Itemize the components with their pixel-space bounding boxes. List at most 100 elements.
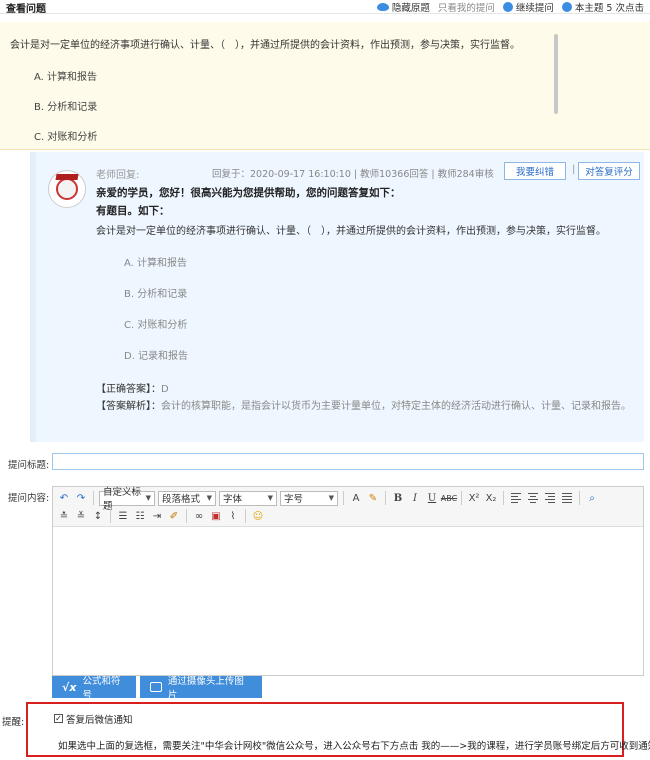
bar	[548, 502, 555, 503]
custom-title-select[interactable]: 自定义标题 ▼	[99, 487, 155, 512]
strikethrough-icon[interactable]: ABC	[441, 491, 457, 505]
highlight-color-icon[interactable]: ✎	[366, 491, 380, 505]
bar	[548, 496, 555, 497]
eye-icon	[376, 3, 389, 11]
toolbar-divider	[93, 491, 94, 505]
font-size-value: 字号	[284, 494, 304, 505]
theme-clicks-label: 本主题 5 次点击	[574, 3, 644, 14]
wechat-notify-info: 如果选中上面的复选框，需要关注"中华会计网校"微信公众号，进入公众号右下方点击 …	[58, 741, 650, 752]
question-text: 会计是对一定单位的经济事项进行确认、计量、（ ），并通过所提供的会计资料，作出预…	[10, 40, 520, 51]
toolbar-divider	[461, 491, 462, 505]
question-scrollbar[interactable]	[554, 34, 558, 114]
paragraph-select[interactable]: 段落格式 ▼	[158, 490, 216, 506]
content-label: 提问内容:	[8, 493, 50, 504]
question-option-b: B. 分析和记录	[34, 102, 98, 113]
toolbar-divider	[186, 509, 187, 523]
toolbar-divider	[110, 509, 111, 523]
align-right-icon[interactable]	[543, 491, 557, 505]
attachment-icon[interactable]: ⌇	[226, 509, 240, 523]
bar	[511, 493, 521, 494]
reply-question-text: 会计是对一定单位的经济事项进行确认、计量、（ ），并通过所提供的会计资料，作出预…	[96, 226, 606, 237]
toolbar-divider	[503, 491, 504, 505]
wechat-notify-label[interactable]: 答复后微信通知	[66, 712, 133, 726]
font-size-select[interactable]: 字号 ▼	[280, 490, 338, 506]
explanation-value: 会计的核算职能，是指会计以货币为主要计量单位，对特定主体的经济活动进行确认、计量…	[161, 401, 631, 412]
continue-asking-link[interactable]: 继续提问	[502, 0, 554, 14]
reply-option-c: C. 对账和分析	[124, 320, 188, 331]
wechat-notify-checkbox[interactable]: ✓	[54, 714, 63, 723]
toolbar-row-2: ≛ ≚ ↕ ☰ ☷ ⇥ ✐ ∞ ▣ ⌇ ☺	[57, 508, 265, 524]
dropdown-arrow-icon: ▼	[267, 494, 273, 502]
underline-icon[interactable]: U	[425, 491, 439, 505]
reply-greeting: 亲爱的学员，您好！很高兴能为您提供帮助，您的问题答复如下：	[96, 187, 401, 199]
wechat-notify-box: 提醒: ✓ 答复后微信通知 如果选中上面的复选框，需要关注"中华会计网校"微信公…	[2, 702, 650, 757]
bar	[545, 499, 555, 500]
remind-label: 提醒:	[2, 717, 25, 728]
toolbar-divider	[385, 491, 386, 505]
theme-clicks: 本主题 5 次点击	[561, 0, 644, 14]
bar	[562, 493, 572, 494]
reply-option-b: B. 分析和记录	[124, 289, 188, 300]
bar	[562, 502, 572, 503]
hide-original-label: 隐藏原题	[391, 3, 430, 14]
formula-button[interactable]: √x 公式和符号	[52, 676, 136, 701]
find-icon[interactable]: ⌕	[585, 491, 599, 505]
teacher-reply: 老师回复: 回复于：2020-09-17 16:10:10 | 教师10366回…	[30, 152, 644, 442]
rate-answer-button[interactable]: 对答复评分	[578, 162, 640, 180]
bar	[562, 496, 572, 497]
reply-subheading: 有题目。如下：	[96, 205, 170, 217]
font-value: 字体	[223, 494, 243, 505]
report-error-button[interactable]: 我要纠错	[504, 162, 566, 180]
bar	[530, 502, 536, 503]
toolbar-divider	[245, 509, 246, 523]
correct-answer-value: D	[161, 384, 169, 395]
link-icon[interactable]: ∞	[192, 509, 206, 523]
camera-button-label: 通过摄像头上传图片	[167, 676, 244, 701]
format-painter-icon[interactable]: ✐	[167, 509, 181, 523]
user-icon	[561, 2, 572, 12]
emoji-icon[interactable]: ☺	[251, 509, 265, 523]
bars	[545, 493, 555, 503]
row-spacing-bottom-icon[interactable]: ≚	[74, 509, 88, 523]
justify-icon[interactable]	[560, 491, 574, 505]
subscript-icon[interactable]: X₂	[484, 491, 498, 505]
only-my-questions-link[interactable]: 只看我的提问	[438, 0, 495, 14]
title-input[interactable]	[52, 453, 644, 470]
undo-icon[interactable]: ↶	[57, 491, 71, 505]
graduation-cap-icon	[56, 178, 78, 200]
dropdown-arrow-icon: ▼	[145, 494, 151, 502]
camera-icon	[150, 682, 162, 692]
font-select[interactable]: 字体 ▼	[219, 490, 277, 506]
rich-text-editor[interactable]: ↶ ↷ 自定义标题 ▼ 段落格式 ▼ 字体 ▼ 字号 ▼ A ✎ B I U ABC X…	[52, 486, 644, 676]
unordered-list-icon[interactable]: ☷	[133, 509, 147, 523]
image-icon[interactable]: ▣	[209, 509, 223, 523]
paragraph-value: 段落格式	[162, 494, 201, 505]
toolbar-divider	[343, 491, 344, 505]
bar	[530, 496, 536, 497]
bar	[511, 499, 521, 500]
bar	[562, 499, 572, 500]
camera-upload-button[interactable]: 通过摄像头上传图片	[140, 676, 262, 701]
align-center-icon[interactable]	[526, 491, 540, 505]
reply-meta: 回复于：2020-09-17 16:10:10 | 教师10366回答 | 教师…	[212, 169, 494, 180]
page-title: 查看问题	[6, 4, 46, 15]
continue-label: 继续提问	[515, 3, 554, 14]
teacher-avatar	[48, 170, 86, 208]
align-left-icon[interactable]	[509, 491, 523, 505]
bold-icon[interactable]: B	[391, 491, 405, 505]
toolbar-divider	[579, 491, 580, 505]
question-option-c: C. 对账和分析	[34, 132, 98, 143]
line-height-icon[interactable]: ↕	[91, 509, 105, 523]
superscript-icon[interactable]: X²	[467, 491, 481, 505]
bars	[562, 493, 572, 503]
hide-original-link[interactable]: 隐藏原题	[376, 0, 430, 14]
bar	[511, 502, 518, 503]
bar	[511, 496, 518, 497]
indent-icon[interactable]: ⇥	[150, 509, 164, 523]
ordered-list-icon[interactable]: ☰	[116, 509, 130, 523]
bars	[511, 493, 521, 503]
italic-icon[interactable]: I	[408, 491, 422, 505]
font-color-icon[interactable]: A	[349, 491, 363, 505]
redo-icon[interactable]: ↷	[74, 491, 88, 505]
row-spacing-top-icon[interactable]: ≛	[57, 509, 71, 523]
